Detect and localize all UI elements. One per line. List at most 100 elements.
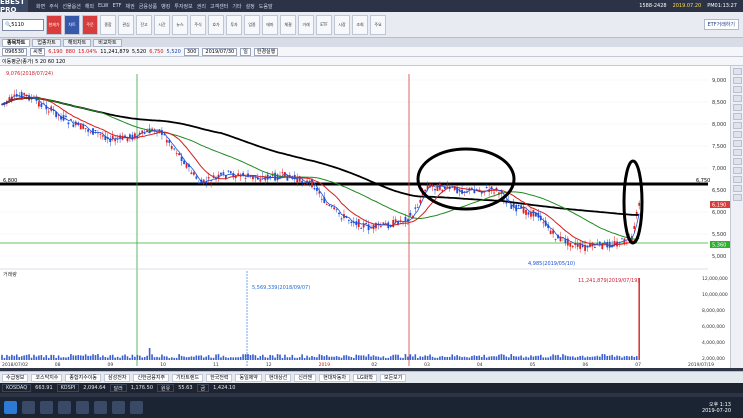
save-icon[interactable]	[732, 185, 742, 192]
toolbar-button[interactable]: 조회	[352, 14, 368, 35]
toolbar-button[interactable]: 호가	[208, 14, 224, 35]
circle-tool-icon[interactable]	[732, 131, 742, 138]
indicator-chip[interactable]: 기타트렌드	[172, 373, 204, 382]
browser-icon[interactable]	[58, 401, 71, 414]
indicator-chip[interactable]: 모든보기	[379, 373, 407, 382]
menu-item[interactable]: 설정	[246, 3, 255, 10]
stock-chart[interactable]: 9,076(2018/07/24) 4,985(2019/05/10) 11,2…	[0, 66, 743, 368]
toolbar-button[interactable]: 업종	[244, 14, 260, 35]
eraser-icon[interactable]	[732, 167, 742, 174]
indicator-chip[interactable]: 신라젠	[294, 373, 317, 382]
task-view-icon[interactable]	[40, 401, 53, 414]
toolbar-button[interactable]: 주식	[190, 14, 206, 35]
candle-body	[227, 170, 230, 172]
text-tool-icon[interactable]	[732, 113, 742, 120]
date-axis-label: 02	[371, 362, 377, 368]
search-input[interactable]: 🔍 5110	[2, 18, 44, 31]
toolbar-button[interactable]: 잔고	[136, 14, 152, 35]
toolbar-button[interactable]: 종합	[100, 14, 116, 35]
arrow-tool-icon[interactable]	[732, 140, 742, 147]
store-icon[interactable]	[94, 401, 107, 414]
zoom-in-icon[interactable]	[732, 149, 742, 156]
candle-body	[325, 204, 328, 205]
windows-start-icon[interactable]	[4, 401, 17, 414]
menu-item[interactable]: 뱅킹	[161, 3, 170, 10]
taskbar-clock[interactable]: 오후 1:13 2019-07-20	[702, 402, 743, 414]
menu-item[interactable]: 금융상품	[139, 3, 157, 10]
cursor-icon[interactable]	[732, 68, 742, 75]
toolbar-button[interactable]: 주문	[82, 14, 98, 35]
trading-app-icon[interactable]	[130, 401, 143, 414]
toolbar-button[interactable]: 뉴스	[172, 14, 188, 35]
candle-body	[571, 245, 574, 248]
toolbar-button[interactable]: 체결	[280, 14, 296, 35]
indicator-chip[interactable]: 동일제약	[235, 373, 262, 382]
print-icon[interactable]	[732, 194, 742, 201]
tab-foreign-chart[interactable]: 해외차트	[62, 38, 92, 47]
stock-name-field[interactable]: 씨젠	[30, 47, 46, 56]
menu-item[interactable]: ELW	[98, 3, 108, 10]
indicator-chip[interactable]: 한국전력	[206, 373, 233, 382]
mail-icon[interactable]	[112, 401, 125, 414]
toolbar-button[interactable]: ETF	[316, 14, 332, 35]
settings-icon[interactable]	[732, 176, 742, 183]
period-select[interactable]: 일	[240, 47, 251, 56]
volume-bar	[168, 357, 171, 360]
toolbar-button[interactable]: 투자	[226, 14, 242, 35]
menu-item[interactable]: 기타	[232, 3, 241, 10]
volume-bar	[500, 354, 503, 360]
candle-body	[525, 209, 527, 215]
etf-trade-link[interactable]: ETF거래하기	[703, 19, 739, 30]
volume-bar	[180, 355, 183, 360]
menu-item[interactable]: 투자정보	[174, 3, 192, 10]
indicator-chip[interactable]: 현대자동차	[319, 373, 351, 382]
apply-button[interactable]: 한경실행	[253, 47, 279, 56]
menu-item[interactable]: 고객센터	[210, 3, 228, 10]
indicator-chip[interactable]: 삼성전자	[104, 373, 131, 382]
menu-item[interactable]: 해외	[85, 3, 94, 10]
zoom-out-icon[interactable]	[732, 158, 742, 165]
toolbar-button[interactable]: 차트	[64, 14, 80, 35]
tab-stock-chart[interactable]: 종목차트	[2, 38, 31, 47]
toolbar-button[interactable]: 현재가	[46, 14, 62, 35]
indicator-chip[interactable]: 현대상선	[264, 373, 292, 382]
menu-item[interactable]: ETF	[112, 3, 121, 10]
indicator-chip[interactable]: 코스닥지수	[31, 373, 63, 382]
menu-item[interactable]: 화면	[36, 3, 45, 10]
indicator-chip[interactable]: LG화학	[353, 373, 377, 382]
hline-icon[interactable]	[732, 86, 742, 93]
toolbar-button[interactable]: 거래	[298, 14, 314, 35]
tab-sector-chart[interactable]: 업종차트	[32, 38, 61, 47]
search-icon[interactable]	[22, 401, 35, 414]
date-text: 2019.07.20	[672, 3, 702, 9]
date-from-field[interactable]: 2019/07/30	[202, 47, 238, 56]
date-axis-label: 2019	[319, 362, 331, 368]
menu-item[interactable]: 선물옵션	[62, 3, 80, 10]
trendline-icon[interactable]	[732, 77, 742, 84]
stock-code-field[interactable]: 096530	[2, 47, 28, 56]
candle-body	[111, 135, 114, 139]
indicator-chip[interactable]: 신한금융지주	[133, 373, 170, 382]
vline-icon[interactable]	[732, 95, 742, 102]
toolbar-button[interactable]: 관심	[118, 14, 134, 35]
folder-icon[interactable]	[76, 401, 89, 414]
volume-bar	[84, 354, 87, 360]
toolbar-button[interactable]: 주요	[370, 14, 386, 35]
menu-item[interactable]: 도움말	[259, 3, 273, 10]
menu-item[interactable]: 권리	[197, 3, 206, 10]
toolbar-button[interactable]: 시장	[334, 14, 350, 35]
toolbar-button[interactable]: 테마	[262, 14, 278, 35]
rect-tool-icon[interactable]	[732, 122, 742, 129]
indicator-chip[interactable]: 수급정보	[2, 373, 29, 382]
fibo-icon[interactable]	[732, 104, 742, 111]
toolbar-button[interactable]: 시간	[154, 14, 170, 35]
candle-body	[409, 213, 412, 216]
ticker-value: 1,424.10	[213, 385, 236, 391]
indicator-chip[interactable]: 종합지수이동	[65, 373, 102, 382]
menu-item[interactable]: 주식	[49, 3, 58, 10]
main-menu: 화면 주식 선물옵션 해외 ELW ETF 채권 금융상품 뱅킹 투자정보 권리…	[28, 3, 273, 10]
app-logo: EBEST PRO	[0, 0, 28, 14]
menu-item[interactable]: 채권	[126, 3, 135, 10]
count-field[interactable]: 300	[183, 47, 200, 56]
tab-compare-chart[interactable]: 비교차트	[93, 38, 122, 47]
